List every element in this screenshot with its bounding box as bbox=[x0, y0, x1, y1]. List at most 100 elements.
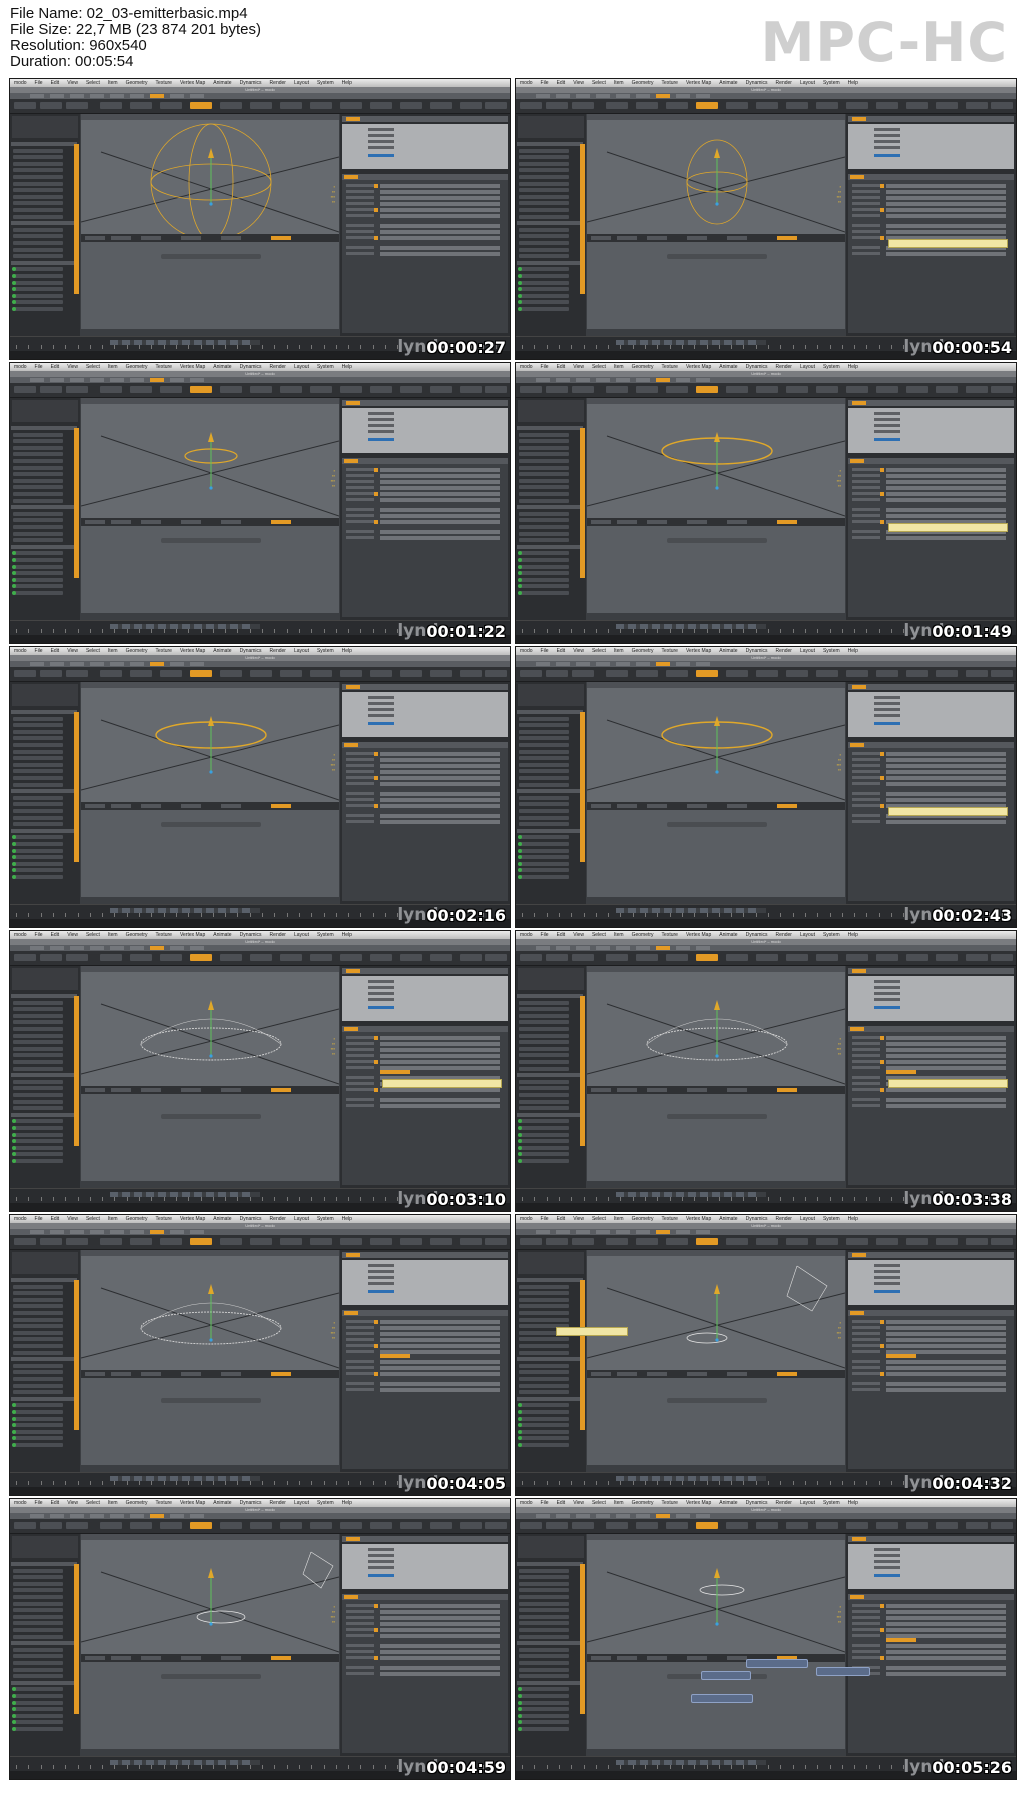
toolbar[interactable] bbox=[516, 667, 1016, 682]
toolbar[interactable] bbox=[516, 383, 1016, 398]
mac-menu-bar[interactable]: modo File Edit View Select Item Geometry Textur… bbox=[10, 1499, 510, 1507]
video-thumbnail[interactable]: modo File Edit View Select Item Geometry Textur… bbox=[9, 646, 511, 928]
lower-viewport[interactable] bbox=[81, 1094, 339, 1181]
mac-menu-bar[interactable]: modo File Edit View Select Item Geometry Textur… bbox=[10, 1215, 510, 1223]
toolbar[interactable] bbox=[10, 951, 510, 966]
item-list-tabs[interactable] bbox=[342, 684, 508, 690]
item-list[interactable] bbox=[342, 408, 508, 453]
tool-panel[interactable] bbox=[10, 114, 80, 337]
item-list-tabs[interactable] bbox=[342, 400, 508, 406]
item-list[interactable] bbox=[848, 692, 1014, 737]
mac-menu-bar[interactable]: modo File Edit View Select Item Geometry Textur… bbox=[10, 647, 510, 655]
tool-panel[interactable] bbox=[516, 1534, 586, 1757]
viewport-toolbar[interactable] bbox=[587, 802, 845, 810]
video-thumbnail[interactable]: modo File Edit View Select Item Geometry Textur… bbox=[9, 1214, 511, 1496]
toolbar[interactable] bbox=[10, 1519, 510, 1534]
item-list-tabs[interactable] bbox=[848, 400, 1014, 406]
properties-form[interactable] bbox=[848, 742, 1014, 901]
video-thumbnail[interactable]: modo File Edit View Select Item Geometry Textur… bbox=[515, 362, 1017, 644]
tool-grid[interactable] bbox=[518, 1252, 584, 1274]
properties-panel[interactable] bbox=[846, 398, 1016, 621]
playback-controls[interactable] bbox=[110, 1476, 260, 1481]
3d-viewport[interactable]: ▪ ▪▪ ▪▪▪ ▪▪ bbox=[81, 114, 339, 234]
mac-menu-bar[interactable]: modo File Edit View Select Item Geometry Textur… bbox=[10, 931, 510, 939]
tool-grid[interactable] bbox=[518, 116, 584, 138]
playback-controls[interactable] bbox=[616, 340, 766, 345]
toolbar[interactable] bbox=[10, 667, 510, 682]
item-list[interactable] bbox=[342, 692, 508, 737]
properties-panel[interactable] bbox=[340, 114, 510, 337]
properties-form[interactable] bbox=[342, 174, 508, 333]
properties-panel[interactable] bbox=[340, 398, 510, 621]
tool-panel[interactable] bbox=[10, 966, 80, 1189]
properties-panel[interactable] bbox=[340, 1250, 510, 1473]
video-thumbnail[interactable]: modo File Edit View Select Item Geometry Textur… bbox=[515, 1214, 1017, 1496]
lower-viewport[interactable] bbox=[81, 242, 339, 329]
lower-viewport[interactable] bbox=[81, 526, 339, 613]
item-list-tabs[interactable] bbox=[848, 684, 1014, 690]
schematic-node[interactable] bbox=[816, 1667, 870, 1676]
tool-grid[interactable] bbox=[12, 400, 78, 422]
item-list[interactable] bbox=[848, 124, 1014, 169]
toolbar[interactable] bbox=[516, 1235, 1016, 1250]
properties-form[interactable] bbox=[848, 458, 1014, 617]
playback-controls[interactable] bbox=[110, 340, 260, 345]
tool-grid[interactable] bbox=[518, 1536, 584, 1558]
schematic-node[interactable] bbox=[746, 1659, 808, 1668]
tool-panel[interactable] bbox=[10, 1250, 80, 1473]
video-thumbnail[interactable]: modo File Edit View Select Item Geometry Textur… bbox=[515, 930, 1017, 1212]
video-thumbnail[interactable]: modo File Edit View Select Item Geometry Textur… bbox=[9, 1498, 511, 1780]
item-list[interactable] bbox=[342, 124, 508, 169]
item-list-tabs[interactable] bbox=[848, 1536, 1014, 1542]
schematic-node[interactable] bbox=[691, 1694, 753, 1703]
properties-form[interactable] bbox=[342, 1594, 508, 1753]
playback-controls[interactable] bbox=[110, 908, 260, 913]
item-list[interactable] bbox=[342, 976, 508, 1021]
mac-menu-bar[interactable]: modo File Edit View Select Item Geometry Textur… bbox=[10, 79, 510, 87]
viewport-toolbar[interactable] bbox=[587, 1370, 845, 1378]
playback-controls[interactable] bbox=[110, 1760, 260, 1765]
3d-viewport[interactable]: ▪ ▪▪ ▪▪▪ ▪▪ bbox=[81, 1250, 339, 1370]
properties-form[interactable] bbox=[342, 458, 508, 617]
mac-menu-bar[interactable]: modo File Edit View Select Item Geometry Textur… bbox=[10, 363, 510, 371]
tool-grid[interactable] bbox=[518, 400, 584, 422]
item-list-tabs[interactable] bbox=[848, 116, 1014, 122]
playback-controls[interactable] bbox=[616, 1760, 766, 1765]
properties-panel[interactable] bbox=[340, 966, 510, 1189]
item-list-tabs[interactable] bbox=[848, 1252, 1014, 1258]
playback-controls[interactable] bbox=[616, 624, 766, 629]
properties-form[interactable] bbox=[342, 1026, 508, 1185]
lower-viewport[interactable] bbox=[587, 1378, 845, 1465]
item-list[interactable] bbox=[342, 1260, 508, 1305]
3d-viewport[interactable]: ▪ ▪▪ ▪▪▪ ▪▪ bbox=[587, 1534, 845, 1654]
properties-form[interactable] bbox=[342, 742, 508, 901]
lower-viewport[interactable] bbox=[81, 1378, 339, 1465]
item-list-tabs[interactable] bbox=[848, 968, 1014, 974]
video-thumbnail[interactable]: modo File Edit View Select Item Geometry Textur… bbox=[515, 646, 1017, 928]
3d-viewport[interactable]: ▪ ▪▪ ▪▪▪ ▪▪ bbox=[587, 1250, 845, 1370]
viewport-toolbar[interactable] bbox=[587, 234, 845, 242]
properties-form[interactable] bbox=[848, 1026, 1014, 1185]
tool-panel[interactable] bbox=[516, 1250, 586, 1473]
properties-panel[interactable] bbox=[846, 114, 1016, 337]
tool-grid[interactable] bbox=[518, 684, 584, 706]
viewport-toolbar[interactable] bbox=[81, 1654, 339, 1662]
lower-viewport[interactable] bbox=[587, 526, 845, 613]
mac-menu-bar[interactable]: modo File Edit View Select Item Geometry Textur… bbox=[516, 363, 1016, 371]
lower-viewport[interactable] bbox=[81, 1662, 339, 1749]
properties-form[interactable] bbox=[342, 1310, 508, 1469]
viewport-toolbar[interactable] bbox=[81, 518, 339, 526]
lower-viewport[interactable] bbox=[587, 1094, 845, 1181]
tool-panel[interactable] bbox=[10, 682, 80, 905]
toolbar[interactable] bbox=[10, 1235, 510, 1250]
tool-grid[interactable] bbox=[518, 968, 584, 990]
item-list[interactable] bbox=[848, 408, 1014, 453]
properties-panel[interactable] bbox=[846, 1250, 1016, 1473]
viewport-toolbar[interactable] bbox=[587, 518, 845, 526]
item-list[interactable] bbox=[848, 1260, 1014, 1305]
viewport-toolbar[interactable] bbox=[587, 1086, 845, 1094]
viewport-toolbar[interactable] bbox=[81, 1086, 339, 1094]
tool-panel[interactable] bbox=[10, 1534, 80, 1757]
toolbar[interactable] bbox=[10, 383, 510, 398]
item-list[interactable] bbox=[342, 1544, 508, 1589]
